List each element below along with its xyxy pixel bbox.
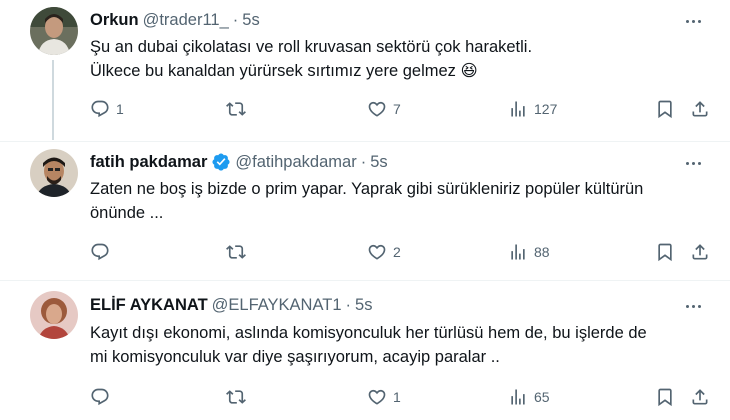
views-button[interactable]: 88 [508, 240, 550, 264]
reply-button[interactable] [90, 240, 116, 264]
verified-badge-icon [211, 152, 231, 172]
display-name[interactable]: fatih pakdamar [90, 153, 207, 172]
share-icon [690, 99, 710, 119]
avatar[interactable] [30, 149, 78, 197]
retweet-icon [226, 99, 246, 119]
thread-line [52, 60, 54, 140]
tweet-actions: 2 88 [90, 240, 680, 264]
tweet-text: Zaten ne boş iş bizde o prim yapar. Yapr… [90, 177, 643, 225]
tweet-actions: 1 65 [90, 385, 680, 409]
user-handle[interactable]: @trader11_ [143, 11, 229, 30]
share-button[interactable] [690, 97, 710, 121]
tweet-text: Şu an dubai çikolatası ve roll kruvasan … [90, 35, 532, 83]
timestamp[interactable]: 5s [355, 296, 372, 315]
more-options-icon[interactable] [683, 296, 703, 316]
like-count: 2 [393, 244, 401, 260]
bookmark-button[interactable] [655, 385, 675, 409]
tweet-header: fatih pakdamar @fatihpakdamar · 5s [90, 151, 388, 173]
retweet-button[interactable] [226, 385, 252, 409]
views-icon [508, 387, 528, 407]
timestamp[interactable]: 5s [242, 11, 259, 30]
share-button[interactable] [690, 385, 710, 409]
reply-button[interactable] [90, 385, 116, 409]
heart-icon [367, 99, 387, 119]
bookmark-icon [655, 387, 675, 407]
tweet-text: Kayıt dışı ekonomi, aslında komisyonculu… [90, 321, 647, 369]
reply-button[interactable]: 1 [90, 97, 124, 121]
retweet-icon [226, 387, 246, 407]
reply-icon [90, 387, 110, 407]
reply-count: 1 [116, 101, 124, 117]
like-count: 7 [393, 101, 401, 117]
user-handle[interactable]: @ELFAYKANAT1 [212, 296, 342, 315]
heart-icon [367, 242, 387, 262]
share-icon [690, 242, 710, 262]
separator-dot: · [360, 152, 367, 171]
view-count: 65 [534, 389, 550, 405]
views-icon [508, 242, 528, 262]
timestamp[interactable]: 5s [370, 153, 387, 172]
tweet-elif[interactable]: ELİF AYKANAT @ELFAYKANAT1 · 5s Kayıt dış… [0, 281, 730, 420]
bookmark-button[interactable] [655, 97, 675, 121]
retweet-button[interactable] [226, 240, 252, 264]
retweet-icon [226, 242, 246, 262]
tweet-text-line: Şu an dubai çikolatası ve roll kruvasan … [90, 38, 533, 56]
tweet-orkun[interactable]: Orkun @trader11_ · 5s Şu an dubai çikola… [0, 0, 730, 140]
tweet-text-line: mi komisyonculuk var diye şaşırıyorum, a… [90, 348, 500, 366]
tweet-header: ELİF AYKANAT @ELFAYKANAT1 · 5s [90, 294, 372, 316]
more-options-icon[interactable] [683, 11, 703, 31]
tweet-actions: 1 7 127 [90, 97, 680, 121]
share-icon [690, 387, 710, 407]
views-icon [508, 99, 528, 119]
like-button[interactable]: 2 [367, 240, 401, 264]
views-button[interactable]: 127 [508, 97, 557, 121]
reply-icon [90, 242, 110, 262]
tweet-text-line: Kayıt dışı ekonomi, aslında komisyonculu… [90, 324, 647, 342]
bookmark-icon [655, 99, 675, 119]
like-button[interactable]: 7 [367, 97, 401, 121]
tweet-header: Orkun @trader11_ · 5s [90, 9, 260, 31]
display-name[interactable]: Orkun [90, 11, 139, 30]
bookmark-icon [655, 242, 675, 262]
like-button[interactable]: 1 [367, 385, 401, 409]
tweet-text-line: Ülkece bu kanaldan yürürsek sırtımız yer… [90, 62, 478, 80]
avatar[interactable] [30, 7, 78, 55]
like-count: 1 [393, 389, 401, 405]
display-name[interactable]: ELİF AYKANAT [90, 296, 208, 315]
user-handle[interactable]: @fatihpakdamar [235, 153, 356, 172]
separator-dot: · [345, 295, 352, 314]
heart-icon [367, 387, 387, 407]
more-options-icon[interactable] [683, 153, 703, 173]
views-button[interactable]: 65 [508, 385, 550, 409]
tweet-fatih[interactable]: fatih pakdamar @fatihpakdamar · 5s Zaten… [0, 142, 730, 277]
reply-icon [90, 99, 110, 119]
separator-dot: · [232, 10, 239, 29]
bookmark-button[interactable] [655, 240, 675, 264]
retweet-button[interactable] [226, 97, 252, 121]
view-count: 88 [534, 244, 550, 260]
tweet-text-line: önünde ... [90, 204, 164, 222]
share-button[interactable] [690, 240, 710, 264]
avatar[interactable] [30, 291, 78, 339]
view-count: 127 [534, 101, 558, 117]
tweet-text-line: Zaten ne boş iş bizde o prim yapar. Yapr… [90, 180, 644, 198]
